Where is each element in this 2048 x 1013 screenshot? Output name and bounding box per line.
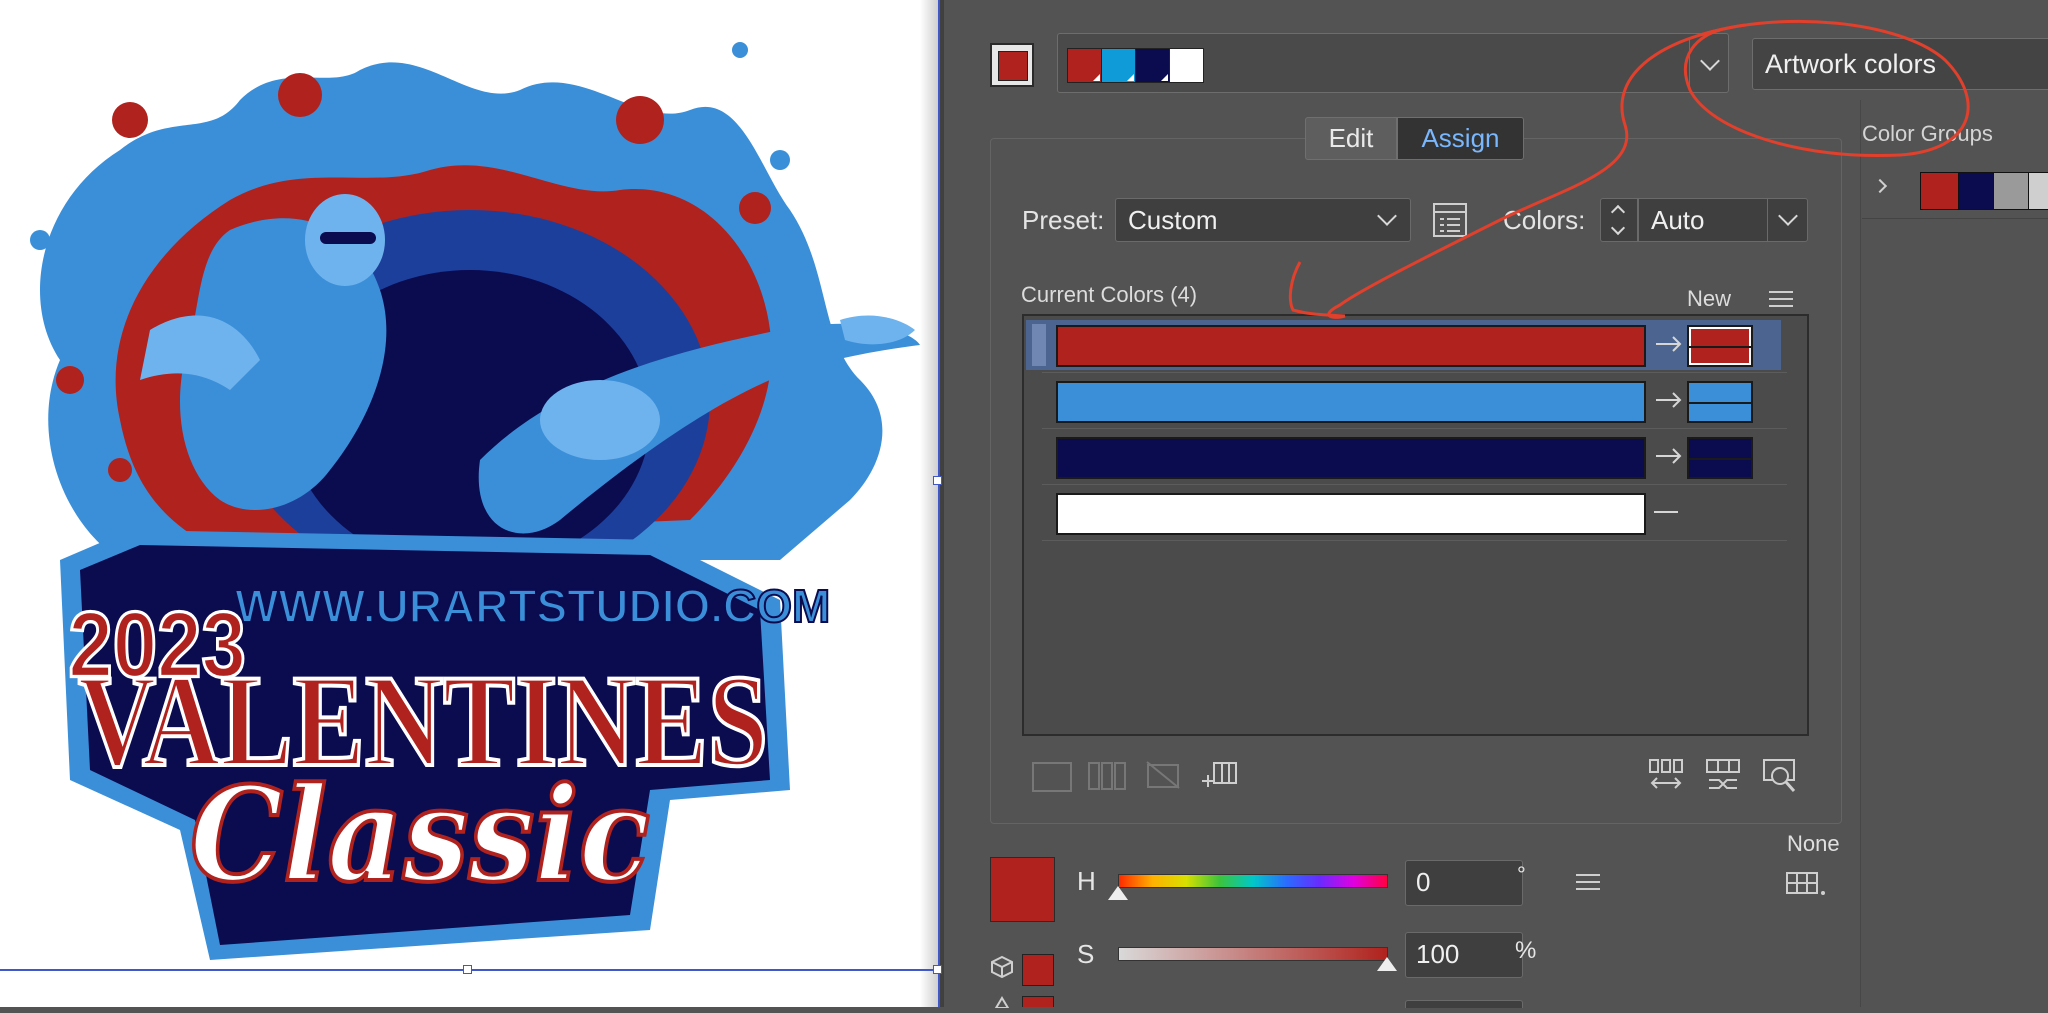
web-safe-icon[interactable] bbox=[990, 995, 1014, 1009]
new-row-icon[interactable] bbox=[1200, 760, 1238, 790]
chevron-down-icon bbox=[1778, 206, 1798, 226]
hue-slider-thumb[interactable] bbox=[1108, 886, 1128, 900]
artwork-url: WWW.URARTSTUDIO.COM bbox=[235, 580, 830, 632]
chevron-right-icon[interactable] bbox=[1872, 178, 1888, 194]
artboard[interactable]: 2023 WWW.URARTSTUDIO.COM VALENTINES Clas… bbox=[0, 0, 940, 1007]
preset-select[interactable]: Custom bbox=[1115, 198, 1411, 242]
canvas-shadow bbox=[920, 0, 944, 1007]
new-colors-header: New bbox=[1687, 286, 1732, 311]
saturation-value-field[interactable]: 100 bbox=[1405, 932, 1523, 978]
selection-edge-right bbox=[938, 0, 940, 1007]
active-color-swatch[interactable] bbox=[990, 43, 1034, 87]
colors-stepper[interactable] bbox=[1600, 198, 1638, 242]
unmapped-dash-icon bbox=[1654, 511, 1678, 513]
color-mode-icon[interactable] bbox=[1785, 871, 1827, 897]
new-color-swatch-light-blue[interactable] bbox=[1687, 381, 1753, 423]
web-safe-swatch[interactable] bbox=[1022, 996, 1054, 1007]
new-color-swatch-red[interactable] bbox=[1687, 325, 1753, 367]
color-groups-label: Color Groups bbox=[1862, 121, 1993, 146]
arrow-right-icon[interactable] bbox=[1654, 390, 1684, 410]
randomly-change-saturation-icon[interactable] bbox=[1705, 758, 1741, 792]
tab-edit[interactable]: Edit bbox=[1305, 117, 1397, 160]
chevron-up-icon[interactable] bbox=[1610, 204, 1626, 220]
chevron-down-icon[interactable] bbox=[1610, 220, 1626, 236]
selection-handle-bottom[interactable] bbox=[463, 965, 472, 974]
fill-color-preview[interactable] bbox=[990, 857, 1055, 922]
none-label: None bbox=[1787, 831, 1840, 856]
arrow-right-icon[interactable] bbox=[1654, 334, 1684, 354]
exclude-colors-icon[interactable] bbox=[1145, 760, 1181, 790]
saturation-unit: % bbox=[1515, 937, 1537, 964]
group-swatch-navy[interactable] bbox=[1135, 48, 1170, 83]
selection-handle-corner[interactable] bbox=[933, 965, 942, 974]
valentines-classic-artwork: 2023 WWW.URARTSTUDIO.COM VALENTINES Clas… bbox=[30, 42, 920, 960]
list-menu-icon[interactable] bbox=[1769, 289, 1793, 309]
tab-assign[interactable]: Assign bbox=[1397, 117, 1524, 160]
preset-label: Preset: bbox=[1022, 205, 1105, 235]
saturation-slider-thumb[interactable] bbox=[1377, 957, 1397, 971]
new-color-swatch-navy[interactable] bbox=[1687, 437, 1753, 479]
current-colors-list bbox=[1022, 314, 1809, 736]
colors-label: Colors: bbox=[1503, 205, 1586, 235]
hue-unit: ° bbox=[1517, 862, 1526, 887]
hue-value-field[interactable]: 0 bbox=[1405, 860, 1523, 906]
current-color-bar-white[interactable] bbox=[1056, 493, 1646, 535]
current-colors-header: Current Colors (4) bbox=[1021, 282, 1198, 307]
hue-slider-track[interactable] bbox=[1118, 874, 1388, 888]
arrow-right-icon[interactable] bbox=[1654, 446, 1684, 466]
colors-count-select[interactable]: Auto bbox=[1638, 198, 1808, 242]
splash-graphic bbox=[30, 42, 883, 596]
group-swatch-white[interactable] bbox=[1169, 48, 1204, 83]
color-groups-divider bbox=[1860, 100, 1861, 1007]
merge-colors-icon[interactable] bbox=[1032, 762, 1072, 792]
saturation-slider-track[interactable] bbox=[1118, 947, 1388, 961]
chevron-down-icon bbox=[1700, 51, 1720, 71]
saturation-label: S bbox=[1077, 939, 1095, 969]
find-colors-icon[interactable] bbox=[1762, 758, 1798, 794]
gamut-swatch[interactable] bbox=[1022, 954, 1054, 986]
randomly-change-order-icon[interactable] bbox=[1648, 758, 1684, 792]
current-color-bar-red[interactable] bbox=[1056, 325, 1646, 367]
group-dropdown-button[interactable] bbox=[1689, 38, 1729, 90]
preset-value: Custom bbox=[1128, 205, 1218, 235]
separate-colors-icon[interactable] bbox=[1088, 762, 1126, 790]
group-swatch-blue[interactable] bbox=[1101, 48, 1136, 83]
hue-label: H bbox=[1077, 866, 1096, 896]
current-color-group-bar[interactable] bbox=[1057, 33, 1729, 93]
current-color-bar-navy[interactable] bbox=[1056, 437, 1646, 479]
current-color-bar-light-blue[interactable] bbox=[1056, 381, 1646, 423]
group-swatch-red[interactable] bbox=[1067, 48, 1102, 83]
artwork-title-line2: Classic bbox=[190, 758, 650, 911]
artwork-colors-field[interactable]: Artwork colors bbox=[1752, 38, 2048, 90]
out-of-gamut-cube-icon[interactable] bbox=[990, 955, 1014, 979]
row-drag-handle[interactable] bbox=[1032, 324, 1046, 366]
colors-count-value: Auto bbox=[1651, 205, 1705, 235]
color-group-swatches[interactable] bbox=[1920, 172, 2048, 210]
selection-handle-right[interactable] bbox=[933, 476, 942, 485]
slider-menu-icon[interactable] bbox=[1576, 872, 1600, 892]
preset-options-icon[interactable] bbox=[1432, 200, 1470, 240]
chevron-down-icon bbox=[1377, 206, 1397, 226]
